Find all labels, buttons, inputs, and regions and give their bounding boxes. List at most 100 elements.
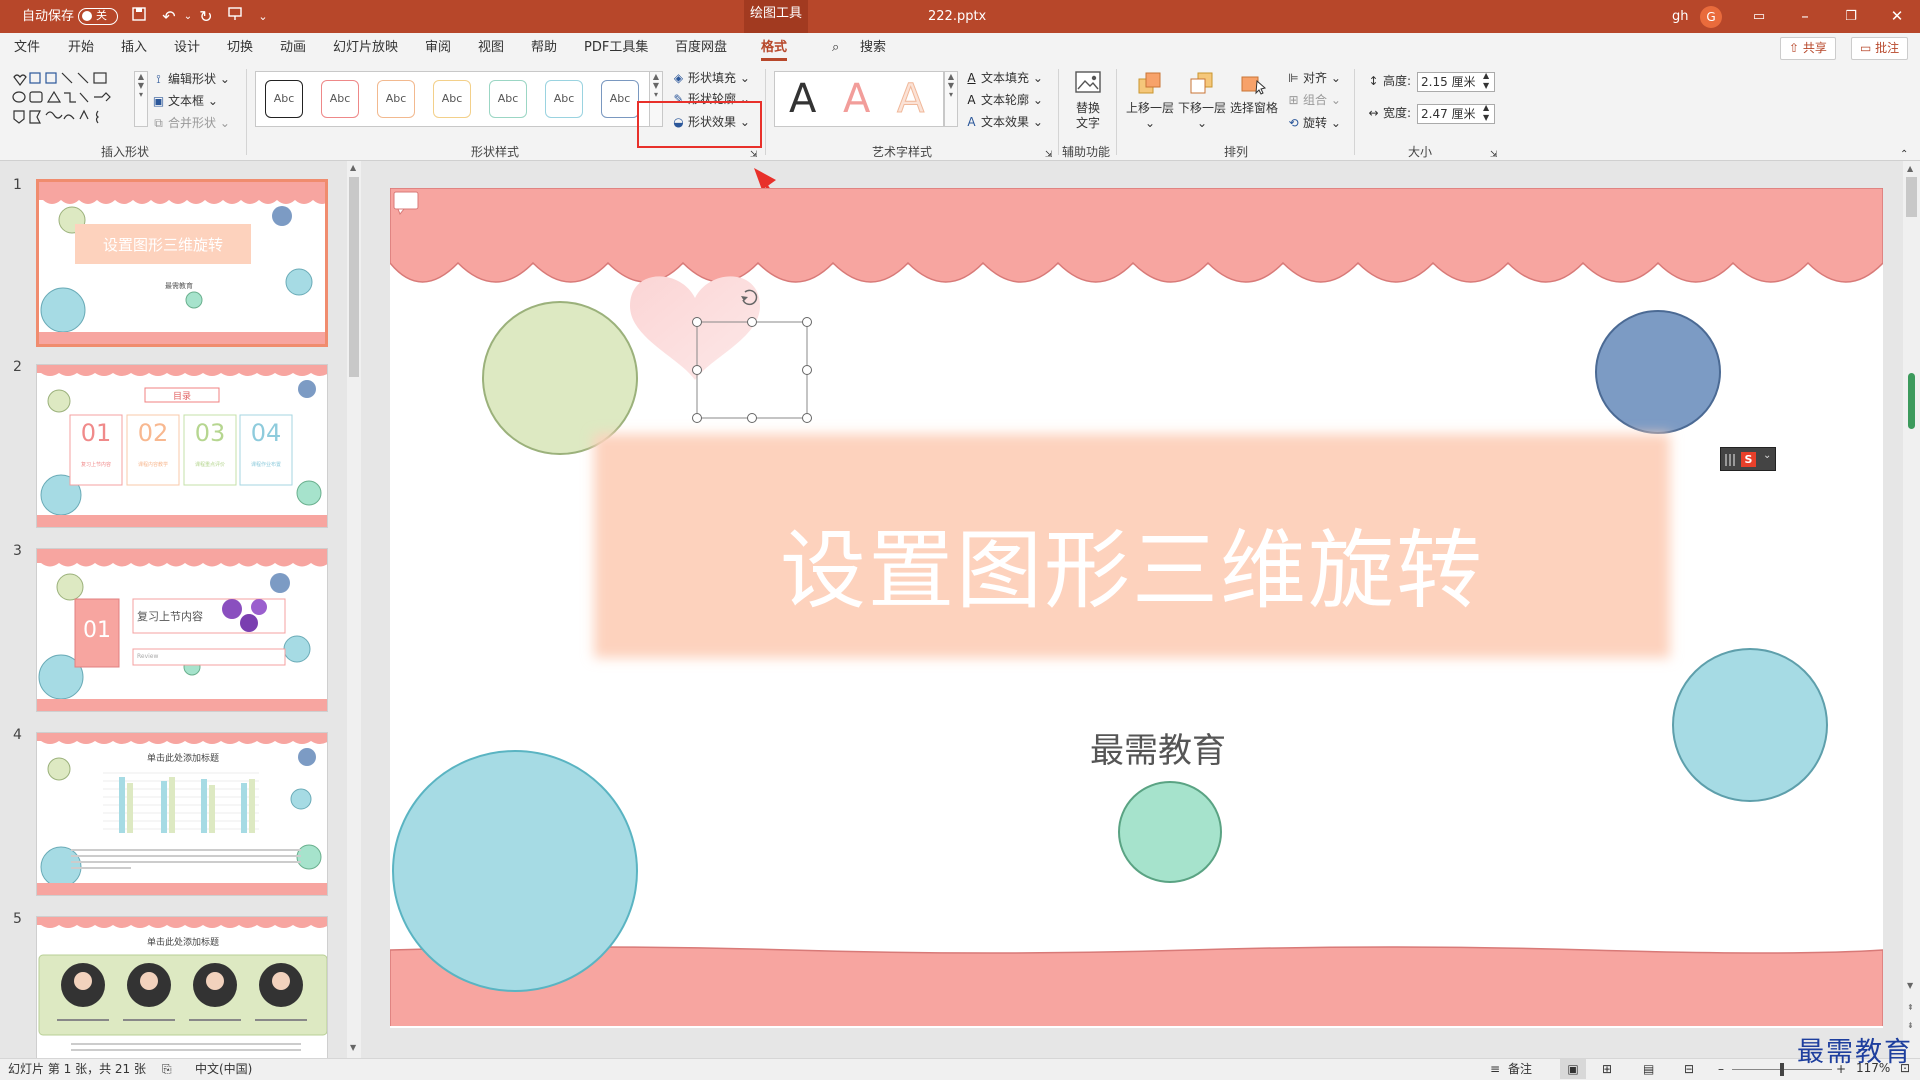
comments-button[interactable]: ▭ 批注 — [1851, 37, 1909, 60]
slideshow-icon[interactable]: ⊟ — [1684, 1059, 1694, 1080]
thumbnail-graphic — [39, 182, 325, 344]
send-backward-button[interactable]: 下移一层 ⌄ — [1176, 69, 1228, 131]
scroll-up-icon[interactable]: ▲ — [1907, 164, 1913, 173]
toc-caption: 课程内容教学 — [137, 462, 168, 468]
shape-style-item[interactable]: Abc — [601, 80, 639, 118]
ribbon-tabs: 文件 开始 插入 设计 切换 动画 幻灯片放映 审阅 视图 帮助 PDF工具集 … — [0, 33, 1920, 63]
tab-animations[interactable]: 动画 — [280, 33, 306, 63]
search-icon[interactable]: ⌕ — [832, 33, 839, 63]
tab-design[interactable]: 设计 — [174, 33, 200, 63]
thumbnail-subtitle: 最需教育 — [165, 282, 193, 290]
slide-thumbnail-5[interactable]: 单击此处添加标题 — [36, 916, 328, 1058]
tab-pdf-tools[interactable]: PDF工具集 — [584, 33, 648, 63]
wordart-gallery[interactable]: A A A — [774, 71, 944, 127]
save-icon[interactable] — [128, 6, 150, 28]
text-outline-button[interactable]: A 文本轮廓 ⌄ — [964, 90, 1043, 110]
slide-subtitle[interactable]: 最需教育 — [990, 723, 1326, 772]
normal-view-icon[interactable]: ▣ — [1560, 1059, 1586, 1079]
ime-toolbar[interactable]: S ⌄ — [1720, 447, 1776, 471]
selection-pane-button[interactable]: 选择窗格 — [1228, 69, 1280, 116]
fit-to-window-icon[interactable]: ⊡ — [1900, 1058, 1910, 1079]
group-button[interactable]: ⊞ 组合 ⌄ — [1286, 90, 1340, 110]
slide-thumbnail-1[interactable]: 设置图形三维旋转 最需教育 — [36, 179, 328, 347]
ribbon-display-icon[interactable]: ▭ — [1736, 0, 1782, 33]
merge-shapes-button[interactable]: ⧉ 合并形状 ⌄ — [151, 113, 230, 133]
scroll-thumb[interactable] — [1906, 177, 1917, 217]
wordart-gallery-scroll[interactable]: ▲ ▼ ▾ — [944, 71, 958, 127]
tab-file[interactable]: 文件 — [14, 33, 40, 63]
zoom-slider-thumb[interactable] — [1780, 1063, 1784, 1076]
slide-scrollbar[interactable]: ▲ ▼ ⇞ ⇟ — [1903, 161, 1920, 1058]
height-spinner[interactable]: ▲ ▼ — [1483, 71, 1489, 91]
minimize-icon[interactable]: – — [1782, 0, 1828, 33]
tab-help[interactable]: 帮助 — [531, 33, 557, 63]
notes-button[interactable]: 备注 — [1508, 1059, 1532, 1080]
edit-shape-button[interactable]: ⟟ 编辑形状 ⌄ — [151, 69, 230, 89]
search-label[interactable]: 搜索 — [860, 33, 886, 63]
slide-number: 1 — [13, 177, 22, 193]
scroll-thumb[interactable] — [349, 177, 359, 377]
shape-gallery[interactable] — [10, 71, 140, 127]
tab-review[interactable]: 审阅 — [425, 33, 451, 63]
previous-slide-icon[interactable]: ⇞ — [1907, 1003, 1914, 1012]
text-box-button[interactable]: ▣ 文本框 ⌄ — [151, 91, 218, 111]
tab-baidu-netdisk[interactable]: 百度网盘 — [675, 33, 727, 63]
next-slide-icon[interactable]: ⇟ — [1907, 1021, 1914, 1030]
zoom-out-icon[interactable]: – — [1718, 1059, 1724, 1080]
slide-thumbnail-2[interactable]: 目录 01 02 03 04 复习上节内容 课程内容教学 课程重点评价 课程作业… — [36, 364, 328, 528]
scroll-down-icon[interactable]: ▼ — [1907, 981, 1913, 990]
shape-gallery-scroll[interactable]: ▲ ▼ ▾ — [134, 71, 148, 127]
restore-icon[interactable]: ❐ — [1828, 0, 1874, 33]
tab-view[interactable]: 视图 — [478, 33, 504, 63]
redo-icon[interactable]: ↻ — [195, 6, 217, 28]
width-spinner[interactable]: ▲ ▼ — [1483, 103, 1489, 123]
side-widget[interactable] — [1908, 373, 1915, 429]
slide-sorter-icon[interactable]: ⊞ — [1602, 1059, 1612, 1080]
notes-icon[interactable]: ≡ — [1490, 1059, 1500, 1080]
group-divider — [1116, 69, 1117, 155]
thumbnail-scrollbar[interactable]: ▲ ▼ — [347, 161, 361, 1058]
slide-thumbnail-4[interactable]: 单击此处添加标题 — [36, 732, 328, 896]
tab-transitions[interactable]: 切换 — [227, 33, 253, 63]
language-indicator[interactable]: 中文(中国) — [195, 1059, 252, 1080]
width-icon: ↔ — [1368, 106, 1379, 120]
tab-insert[interactable]: 插入 — [121, 33, 147, 63]
presentation-icon[interactable] — [224, 6, 246, 28]
rotate-button[interactable]: ⟲ 旋转 ⌄ — [1286, 113, 1340, 133]
shape-style-gallery[interactable]: Abc Abc Abc Abc Abc Abc Abc — [255, 71, 655, 127]
size-launcher-icon[interactable]: ⇲ — [1490, 145, 1498, 165]
customize-toolbar-icon[interactable]: ⌄ — [252, 6, 274, 28]
bring-forward-button[interactable]: 上移一层 ⌄ — [1124, 69, 1176, 131]
wordart-style-item[interactable]: A — [789, 76, 816, 122]
slide-title[interactable]: 设置图形三维旋转 — [594, 500, 1670, 625]
scroll-down-icon[interactable]: ▼ — [350, 1043, 356, 1052]
shape-style-item[interactable]: Abc — [321, 80, 359, 118]
alt-text-button[interactable]: 替换文字 — [1062, 69, 1114, 131]
scroll-up-icon[interactable]: ▲ — [350, 163, 356, 172]
text-effects-button[interactable]: A 文本效果 ⌄ — [964, 112, 1043, 132]
shape-style-item[interactable]: Abc — [489, 80, 527, 118]
text-fill-button[interactable]: A 文本填充 ⌄ — [964, 68, 1043, 88]
tab-home[interactable]: 开始 — [68, 33, 94, 63]
ime-menu-icon[interactable]: ⌄ — [1763, 450, 1771, 461]
slide-thumbnail-3[interactable]: 01 复习上节内容 Review — [36, 548, 328, 712]
wordart-launcher-icon[interactable]: ⇲ — [1045, 145, 1053, 165]
close-icon[interactable]: ✕ — [1874, 0, 1920, 33]
autosave-toggle[interactable]: 关 — [78, 8, 118, 25]
wordart-style-item[interactable]: A — [896, 76, 924, 123]
tab-slideshow[interactable]: 幻灯片放映 — [333, 33, 398, 63]
reading-view-icon[interactable]: ▤ — [1643, 1059, 1654, 1080]
tab-format[interactable]: 格式 — [761, 33, 788, 63]
share-button[interactable]: ⇧ 共享 — [1780, 37, 1836, 60]
slide-canvas[interactable]: 设置图形三维旋转 最需教育 S ⌄ — [390, 188, 1883, 1028]
align-button[interactable]: ⊫ 对齐 ⌄ — [1286, 68, 1341, 88]
shape-style-item[interactable]: Abc — [377, 80, 415, 118]
zoom-level[interactable]: 117% — [1856, 1058, 1890, 1079]
avatar[interactable]: G — [1700, 6, 1722, 28]
wordart-style-item[interactable]: A — [843, 76, 870, 122]
spell-check-icon[interactable]: ⎘ — [162, 1059, 172, 1080]
shape-style-item[interactable]: Abc — [545, 80, 583, 118]
shape-fill-button[interactable]: ◈ 形状填充 ⌄ — [671, 68, 750, 88]
shape-style-item[interactable]: Abc — [433, 80, 471, 118]
shape-style-item[interactable]: Abc — [265, 80, 303, 118]
